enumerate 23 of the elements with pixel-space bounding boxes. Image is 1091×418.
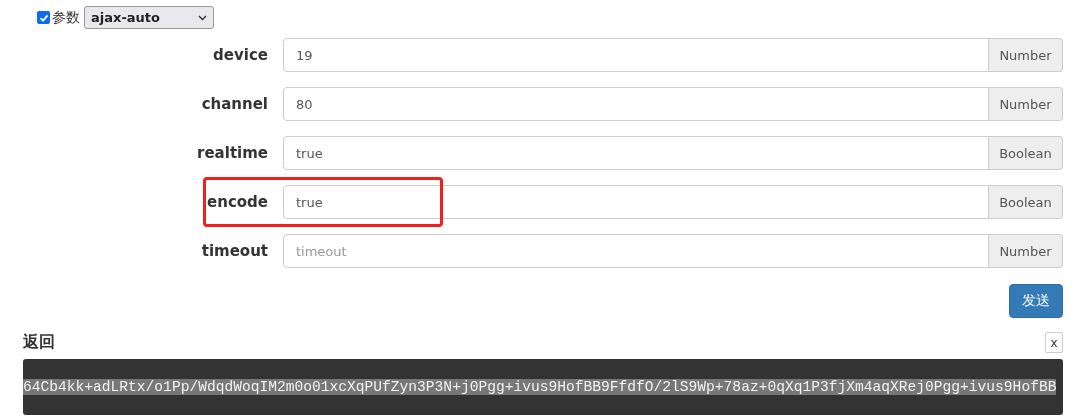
type-addon: Number — [989, 87, 1063, 121]
response-title: 返回 — [23, 332, 55, 353]
type-addon: Boolean — [989, 136, 1063, 170]
param-input[interactable]: timeout — [283, 234, 989, 268]
type-addon: Number — [989, 234, 1063, 268]
type-addon: Boolean — [989, 185, 1063, 219]
param-label: device — [212, 46, 268, 64]
send-button[interactable]: 发送 — [1009, 284, 1063, 318]
params-checkbox[interactable] — [37, 11, 50, 24]
params-label: 参数 — [52, 8, 80, 27]
param-label: timeout — [200, 242, 268, 260]
param-label: realtime — [196, 144, 268, 162]
param-label: encode — [206, 193, 268, 211]
mode-select[interactable]: ajax-auto — [84, 6, 214, 29]
caret-icon — [198, 14, 207, 21]
type-addon: Number — [989, 38, 1063, 72]
param-input[interactable]: true — [283, 136, 989, 170]
param-input[interactable]: 19 — [283, 38, 989, 72]
response-output: 64Cb4kk+adLRtx/o1Pp/WdqdWoqIM2m0o01xcXqPUfZyn3P3N+j0Pgg+ivus9HofBB9FfdfO/2lS9Wp+78az+0qXq1P3fjXm4aqXRej0Pgg+ivus9HofBB — [23, 359, 1063, 415]
param-input[interactable]: true — [283, 185, 989, 219]
param-input[interactable]: 80 — [283, 87, 989, 121]
close-button[interactable]: x — [1045, 332, 1063, 353]
param-label: channel — [200, 95, 268, 113]
